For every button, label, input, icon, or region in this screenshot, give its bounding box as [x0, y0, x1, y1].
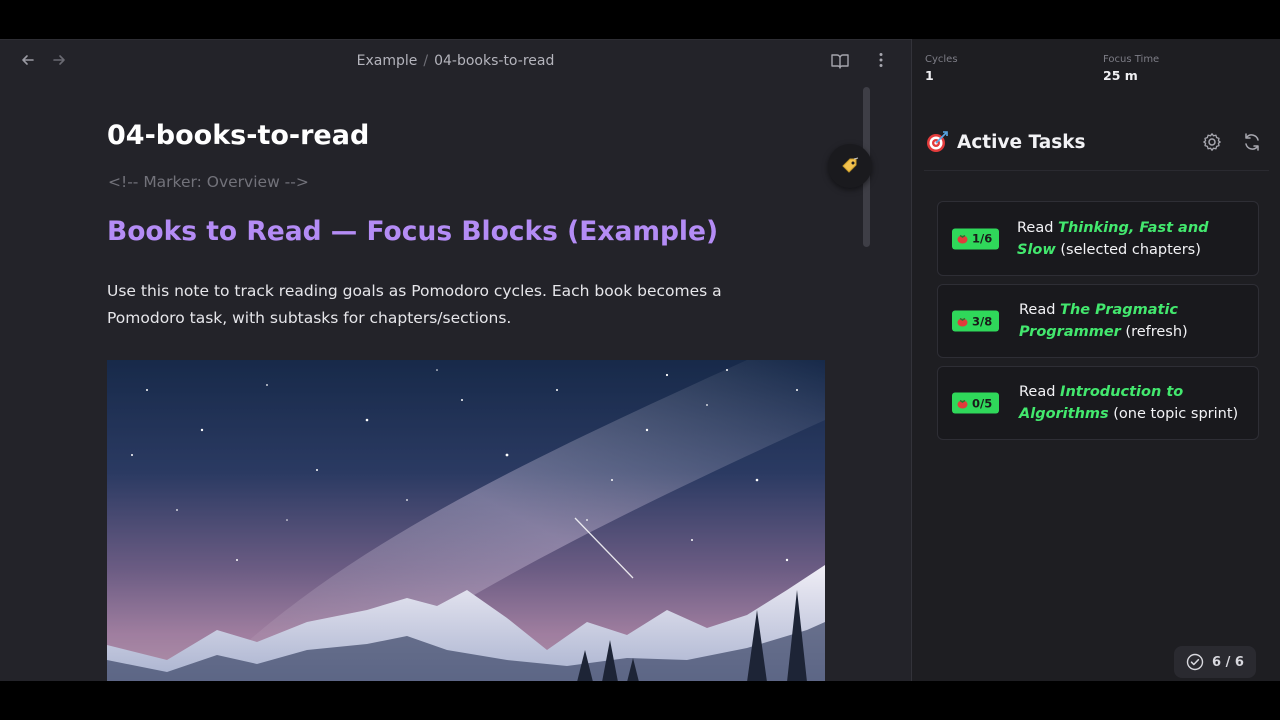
book-open-icon[interactable] — [831, 53, 849, 69]
task-card[interactable]: 0/5 Read Introduction to Algorithms (one… — [937, 366, 1259, 440]
task-progress-badge: 1/6 — [952, 228, 1000, 249]
starry-mountain-image — [107, 360, 825, 682]
target-icon — [927, 131, 948, 152]
task-suffix: (selected chapters) — [1055, 241, 1201, 258]
header-divider — [924, 170, 1269, 171]
task-progress-badge: 0/5 — [952, 392, 1000, 414]
refresh-icon[interactable] — [1242, 132, 1262, 152]
tasks-header: Active Tasks — [926, 131, 1086, 153]
task-card[interactable]: 1/6 Read Thinking, Fast and Slow (select… — [937, 201, 1259, 276]
marker-comment: <!-- Marker: Overview --> — [108, 173, 309, 191]
tomato-icon — [957, 399, 968, 408]
note-paragraph: Use this note to track reading goals as … — [107, 282, 722, 327]
task-progress-text: 3/8 — [972, 314, 993, 328]
breadcrumb-folder[interactable]: Example — [357, 53, 418, 69]
task-card[interactable]: 3/8 Read The Pragmatic Programmer (refre… — [937, 284, 1259, 358]
focus-time-value: 25 m — [1103, 68, 1138, 83]
task-prefix: Read — [1019, 302, 1061, 318]
breadcrumb: Example / 04-books-to-read — [0, 53, 911, 69]
letterbox-top — [0, 0, 1280, 39]
task-prefix: Read — [1019, 384, 1061, 400]
pomodoro-sidebar: Cycles 1 Focus Time 25 m Active Tasks 1/… — [911, 39, 1280, 681]
tomato-icon — [957, 234, 968, 244]
app-window: Example / 04-books-to-read 04-books-to-rea… — [0, 39, 1280, 682]
task-text: Read The Pragmatic Programmer (refresh) — [1019, 299, 1247, 343]
breadcrumb-separator: / — [423, 53, 429, 69]
tomato-icon — [957, 317, 968, 326]
focus-time-stat: Focus Time 25 m — [1103, 54, 1159, 83]
task-progress-text: 1/6 — [972, 231, 993, 246]
note-title[interactable]: 04-books-to-read — [107, 120, 369, 151]
letterbox-bottom — [0, 681, 1280, 720]
completed-count-button[interactable]: 6 / 6 — [1174, 646, 1256, 678]
task-progress-text: 0/5 — [972, 396, 993, 410]
check-circle-icon — [1186, 653, 1204, 671]
task-suffix: (refresh) — [1120, 324, 1188, 340]
tag-icon[interactable] — [828, 144, 872, 188]
task-text: Read Introduction to Algorithms (one top… — [1019, 381, 1247, 425]
task-prefix: Read — [1017, 219, 1059, 236]
editor-pane: Example / 04-books-to-read 04-books-to-rea… — [0, 39, 911, 682]
breadcrumb-file[interactable]: 04-books-to-read — [434, 53, 554, 69]
cycles-stat: Cycles 1 — [925, 54, 958, 83]
more-vertical-icon[interactable] — [873, 52, 889, 72]
gear-icon[interactable] — [1202, 132, 1222, 152]
completed-count-text: 6 / 6 — [1212, 654, 1244, 670]
task-text: Read Thinking, Fast and Slow (selected c… — [1017, 217, 1245, 261]
cycles-label: Cycles — [925, 54, 958, 65]
task-progress-badge: 3/8 — [952, 310, 1000, 332]
task-suffix: (one topic sprint) — [1108, 406, 1239, 422]
cycles-value: 1 — [925, 68, 934, 83]
focus-time-label: Focus Time — [1103, 54, 1160, 65]
note-heading: Books to Read — Focus Blocks (Example) — [107, 216, 719, 247]
tasks-title: Active Tasks — [957, 131, 1086, 153]
